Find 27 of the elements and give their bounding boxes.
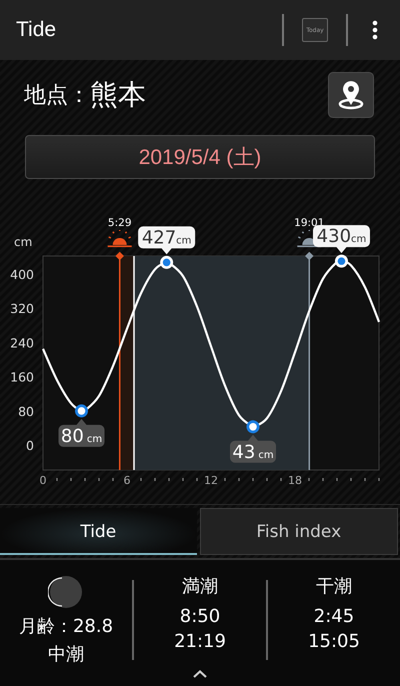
y-tick-label: 160: [10, 370, 34, 385]
y-tick-label: 80: [18, 404, 34, 419]
low-tide-time: 2:45: [314, 606, 354, 627]
high-tide-time: 21:19: [174, 631, 226, 652]
y-axis-unit: cm: [14, 235, 32, 249]
high-tide-time: 8:50: [180, 606, 220, 627]
x-tick-label: 18: [288, 474, 302, 487]
y-tick-label: 240: [10, 335, 34, 350]
x-tick-label: 12: [204, 474, 218, 487]
moon-age: 月齢：28.8: [18, 615, 114, 638]
x-tick-label: 0: [40, 474, 46, 487]
tide-height-callout: 430cm: [312, 225, 370, 254]
sun-time: 5:29: [108, 217, 132, 229]
y-tick-label: 320: [10, 301, 34, 316]
tide-height-callout: 80 cm: [58, 418, 104, 447]
x-tick-label: 6: [124, 474, 130, 487]
location-name: 熊本: [90, 77, 147, 113]
tide-height-callout: 43 cm: [230, 434, 276, 463]
low-tide-time: 15:05: [308, 631, 360, 652]
low-tide-title: 干潮: [316, 575, 352, 598]
location-label: 地点：: [24, 82, 90, 110]
y-tick-label: 400: [10, 266, 34, 282]
tide-height-callout: 427cm: [138, 226, 196, 254]
high-tide-title: 満潮: [182, 575, 218, 598]
app-title: Tide: [16, 18, 58, 42]
tide-type: 中潮: [48, 643, 84, 666]
y-tick-label: 0: [26, 438, 34, 454]
